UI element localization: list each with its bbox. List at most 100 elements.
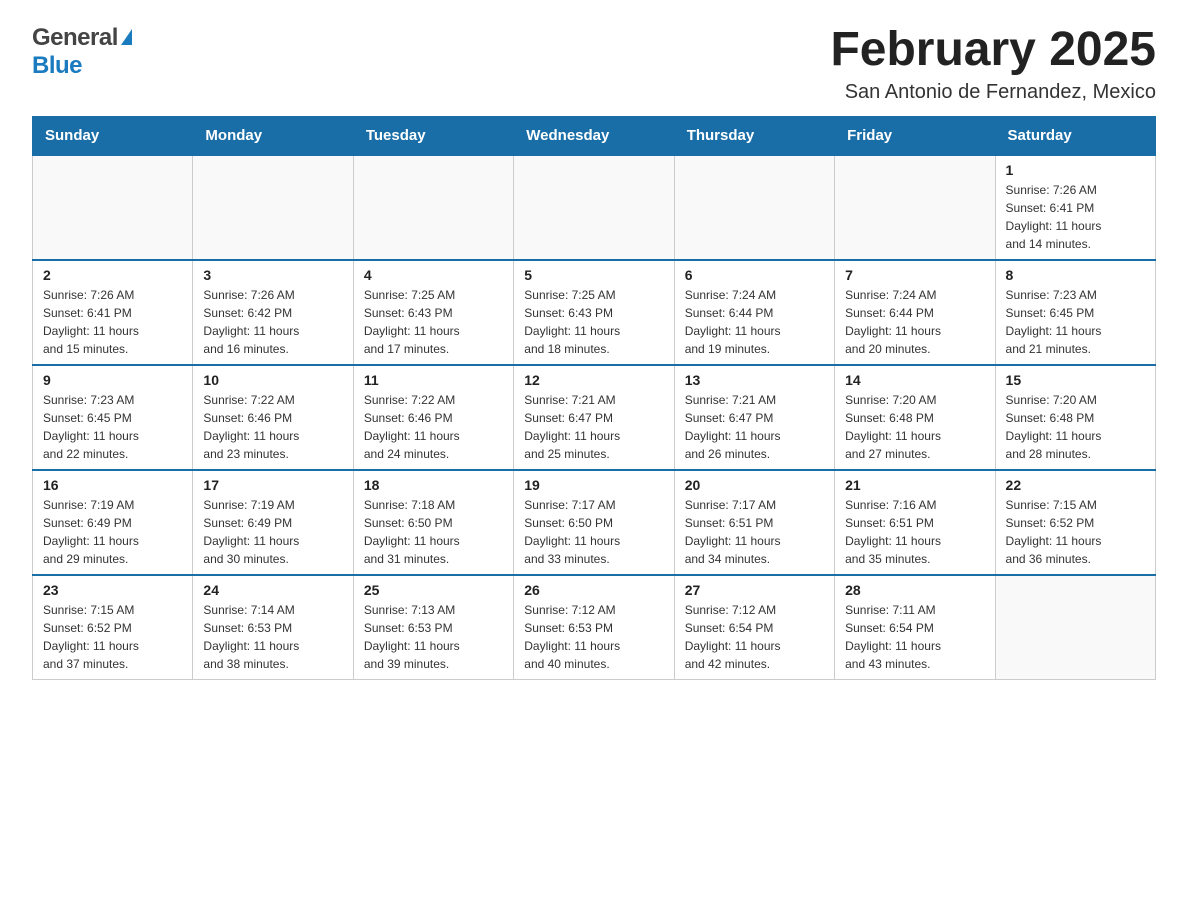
calendar-day-cell: 7 Sunrise: 7:24 AM Sunset: 6:44 PM Daylig… xyxy=(835,260,995,365)
day-number: 20 xyxy=(685,477,824,493)
calendar-day-cell xyxy=(995,575,1155,680)
calendar-day-cell: 11 Sunrise: 7:22 AM Sunset: 6:46 PM Dayli… xyxy=(353,365,513,470)
calendar-week-row: 1 Sunrise: 7:26 AM Sunset: 6:41 PM Daylig… xyxy=(33,155,1156,260)
day-of-week-header: Tuesday xyxy=(353,116,513,155)
day-number: 4 xyxy=(364,267,503,283)
calendar-day-cell: 26 Sunrise: 7:12 AM Sunset: 6:53 PM Dayli… xyxy=(514,575,674,680)
calendar-day-cell: 21Sunrise: 7:16 AM Sunset: 6:51 PM Dayli… xyxy=(835,470,995,575)
day-info: Sunrise: 7:14 AM Sunset: 6:53 PM Dayligh… xyxy=(203,601,342,673)
day-number: 5 xyxy=(524,267,663,283)
day-number: 14 xyxy=(845,372,984,388)
calendar-day-cell: 17 Sunrise: 7:19 AM Sunset: 6:49 PM Dayli… xyxy=(193,470,353,575)
logo-triangle-icon xyxy=(121,29,132,45)
day-info: Sunrise: 7:19 AM Sunset: 6:49 PM Dayligh… xyxy=(203,496,342,568)
calendar-day-cell: 10 Sunrise: 7:22 AM Sunset: 6:46 PM Dayli… xyxy=(193,365,353,470)
day-number: 15 xyxy=(1006,372,1145,388)
day-of-week-header: Saturday xyxy=(995,116,1155,155)
calendar-week-row: 9 Sunrise: 7:23 AM Sunset: 6:45 PM Daylig… xyxy=(33,365,1156,470)
day-number: 26 xyxy=(524,582,663,598)
day-number: 18 xyxy=(364,477,503,493)
day-info: Sunrise: 7:20 AM Sunset: 6:48 PM Dayligh… xyxy=(845,391,984,463)
day-info: Sunrise: 7:23 AM Sunset: 6:45 PM Dayligh… xyxy=(1006,286,1145,358)
day-info: Sunrise: 7:25 AM Sunset: 6:43 PM Dayligh… xyxy=(364,286,503,358)
day-number: 6 xyxy=(685,267,824,283)
day-number: 8 xyxy=(1006,267,1145,283)
calendar-day-cell: 12Sunrise: 7:21 AM Sunset: 6:47 PM Dayli… xyxy=(514,365,674,470)
day-info: Sunrise: 7:22 AM Sunset: 6:46 PM Dayligh… xyxy=(364,391,503,463)
day-of-week-header: Thursday xyxy=(674,116,834,155)
day-info: Sunrise: 7:23 AM Sunset: 6:45 PM Dayligh… xyxy=(43,391,182,463)
day-info: Sunrise: 7:19 AM Sunset: 6:49 PM Dayligh… xyxy=(43,496,182,568)
day-number: 1 xyxy=(1006,162,1145,178)
day-info: Sunrise: 7:12 AM Sunset: 6:54 PM Dayligh… xyxy=(685,601,824,673)
day-info: Sunrise: 7:15 AM Sunset: 6:52 PM Dayligh… xyxy=(1006,496,1145,568)
day-info: Sunrise: 7:25 AM Sunset: 6:43 PM Dayligh… xyxy=(524,286,663,358)
calendar-day-cell: 5 Sunrise: 7:25 AM Sunset: 6:43 PM Daylig… xyxy=(514,260,674,365)
day-info: Sunrise: 7:26 AM Sunset: 6:41 PM Dayligh… xyxy=(1006,181,1145,253)
calendar-day-cell: 20 Sunrise: 7:17 AM Sunset: 6:51 PM Dayli… xyxy=(674,470,834,575)
day-info: Sunrise: 7:11 AM Sunset: 6:54 PM Dayligh… xyxy=(845,601,984,673)
calendar-day-cell: 18 Sunrise: 7:18 AM Sunset: 6:50 PM Dayli… xyxy=(353,470,513,575)
day-info: Sunrise: 7:13 AM Sunset: 6:53 PM Dayligh… xyxy=(364,601,503,673)
logo-general-text: General xyxy=(32,24,118,52)
day-info: Sunrise: 7:24 AM Sunset: 6:44 PM Dayligh… xyxy=(685,286,824,358)
day-number: 10 xyxy=(203,372,342,388)
day-of-week-header: Wednesday xyxy=(514,116,674,155)
calendar-week-row: 2 Sunrise: 7:26 AM Sunset: 6:41 PM Daylig… xyxy=(33,260,1156,365)
calendar-table: SundayMondayTuesdayWednesdayThursdayFrid… xyxy=(32,116,1156,680)
calendar-day-cell xyxy=(193,155,353,260)
day-info: Sunrise: 7:18 AM Sunset: 6:50 PM Dayligh… xyxy=(364,496,503,568)
day-info: Sunrise: 7:20 AM Sunset: 6:48 PM Dayligh… xyxy=(1006,391,1145,463)
calendar-day-cell xyxy=(33,155,193,260)
day-number: 7 xyxy=(845,267,984,283)
day-number: 24 xyxy=(203,582,342,598)
day-number: 23 xyxy=(43,582,182,598)
day-info: Sunrise: 7:26 AM Sunset: 6:42 PM Dayligh… xyxy=(203,286,342,358)
day-info: Sunrise: 7:17 AM Sunset: 6:50 PM Dayligh… xyxy=(524,496,663,568)
day-number: 22 xyxy=(1006,477,1145,493)
day-number: 12 xyxy=(524,372,663,388)
calendar-day-cell: 3 Sunrise: 7:26 AM Sunset: 6:42 PM Daylig… xyxy=(193,260,353,365)
day-number: 16 xyxy=(43,477,182,493)
calendar-day-cell: 19 Sunrise: 7:17 AM Sunset: 6:50 PM Dayli… xyxy=(514,470,674,575)
day-number: 19 xyxy=(524,477,663,493)
day-info: Sunrise: 7:15 AM Sunset: 6:52 PM Dayligh… xyxy=(43,601,182,673)
day-number: 11 xyxy=(364,372,503,388)
calendar-day-cell: 27 Sunrise: 7:12 AM Sunset: 6:54 PM Dayli… xyxy=(674,575,834,680)
title-block: February 2025 San Antonio de Fernandez, … xyxy=(830,24,1156,104)
day-number: 2 xyxy=(43,267,182,283)
calendar-day-cell: 4 Sunrise: 7:25 AM Sunset: 6:43 PM Daylig… xyxy=(353,260,513,365)
calendar-day-cell xyxy=(674,155,834,260)
page-header: General Blue February 2025 San Antonio d… xyxy=(32,24,1156,104)
day-number: 27 xyxy=(685,582,824,598)
day-number: 13 xyxy=(685,372,824,388)
calendar-day-cell: 22 Sunrise: 7:15 AM Sunset: 6:52 PM Dayli… xyxy=(995,470,1155,575)
logo: General Blue xyxy=(32,24,132,80)
calendar-day-cell: 6 Sunrise: 7:24 AM Sunset: 6:44 PM Daylig… xyxy=(674,260,834,365)
calendar-day-cell xyxy=(514,155,674,260)
day-number: 9 xyxy=(43,372,182,388)
day-number: 28 xyxy=(845,582,984,598)
calendar-week-row: 23 Sunrise: 7:15 AM Sunset: 6:52 PM Dayli… xyxy=(33,575,1156,680)
day-number: 17 xyxy=(203,477,342,493)
calendar-day-cell: 9 Sunrise: 7:23 AM Sunset: 6:45 PM Daylig… xyxy=(33,365,193,470)
calendar-day-cell: 14 Sunrise: 7:20 AM Sunset: 6:48 PM Dayli… xyxy=(835,365,995,470)
calendar-day-cell: 8 Sunrise: 7:23 AM Sunset: 6:45 PM Daylig… xyxy=(995,260,1155,365)
calendar-day-cell: 15 Sunrise: 7:20 AM Sunset: 6:48 PM Dayli… xyxy=(995,365,1155,470)
calendar-header-row: SundayMondayTuesdayWednesdayThursdayFrid… xyxy=(33,116,1156,155)
day-info: Sunrise: 7:16 AM Sunset: 6:51 PM Dayligh… xyxy=(845,496,984,568)
day-info: Sunrise: 7:17 AM Sunset: 6:51 PM Dayligh… xyxy=(685,496,824,568)
calendar-day-cell: 25 Sunrise: 7:13 AM Sunset: 6:53 PM Dayli… xyxy=(353,575,513,680)
day-info: Sunrise: 7:26 AM Sunset: 6:41 PM Dayligh… xyxy=(43,286,182,358)
calendar-week-row: 16 Sunrise: 7:19 AM Sunset: 6:49 PM Dayli… xyxy=(33,470,1156,575)
calendar-day-cell xyxy=(835,155,995,260)
day-info: Sunrise: 7:12 AM Sunset: 6:53 PM Dayligh… xyxy=(524,601,663,673)
day-info: Sunrise: 7:21 AM Sunset: 6:47 PM Dayligh… xyxy=(685,391,824,463)
day-info: Sunrise: 7:22 AM Sunset: 6:46 PM Dayligh… xyxy=(203,391,342,463)
calendar-day-cell: 2 Sunrise: 7:26 AM Sunset: 6:41 PM Daylig… xyxy=(33,260,193,365)
day-number: 3 xyxy=(203,267,342,283)
day-info: Sunrise: 7:24 AM Sunset: 6:44 PM Dayligh… xyxy=(845,286,984,358)
day-number: 25 xyxy=(364,582,503,598)
calendar-day-cell: 13 Sunrise: 7:21 AM Sunset: 6:47 PM Dayli… xyxy=(674,365,834,470)
page-subtitle: San Antonio de Fernandez, Mexico xyxy=(830,81,1156,104)
